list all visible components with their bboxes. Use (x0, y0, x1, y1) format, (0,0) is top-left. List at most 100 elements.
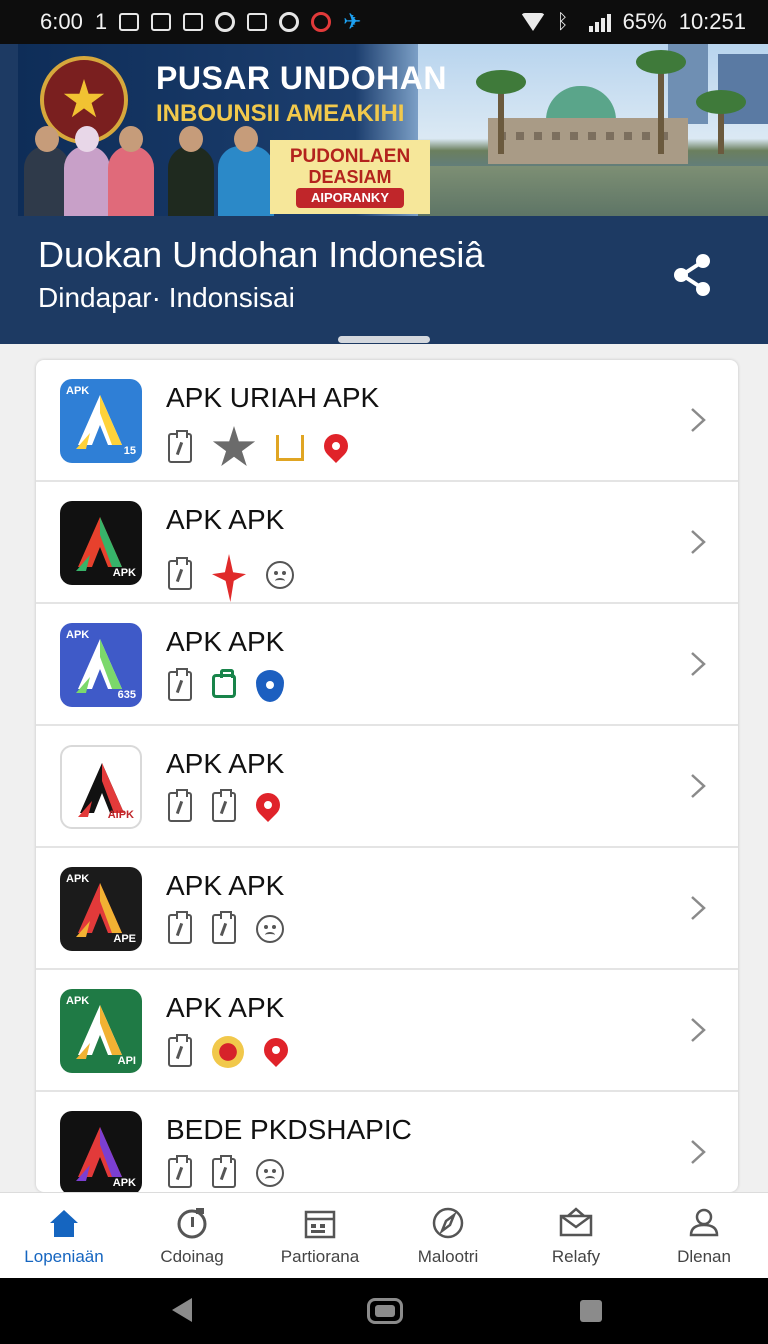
nav-tab[interactable]: Relafy (512, 1193, 640, 1279)
spark-icon (212, 554, 246, 602)
app-list-item[interactable]: APK 15 APK URIAH APK (36, 360, 738, 482)
calendar-icon (302, 1205, 338, 1241)
chevron-right-icon (684, 651, 710, 677)
nav-tab[interactable]: Partiorana (256, 1193, 384, 1279)
status-time: 6:00 (40, 9, 83, 34)
chevron-right-icon (684, 407, 710, 433)
clipboard-icon (168, 789, 192, 822)
android-icon (279, 12, 300, 32)
recent-apps-icon[interactable] (580, 1300, 602, 1322)
battery-level: 65% (622, 9, 667, 34)
app-name: APK APK (166, 626, 285, 657)
chevron-right-icon (684, 1139, 710, 1165)
clipboard-icon (168, 911, 192, 944)
profile-icon (686, 1205, 722, 1241)
app-icon-caption: APE (113, 933, 136, 945)
clipboard-icon (168, 1155, 192, 1188)
app-logo-icon: APK APE (60, 867, 142, 951)
app-badges (168, 1033, 293, 1068)
mail-icon (151, 13, 172, 31)
clock: 10:251 (678, 9, 746, 34)
promo-line-2: DEASIAM (308, 167, 392, 187)
app-icon-caption: APK (66, 385, 90, 397)
banner-title: PUSAR UNDOHAN (156, 60, 447, 96)
banner-subtitle: INBOUNSII AMEAKIHI (156, 100, 405, 127)
share-icon (674, 254, 710, 296)
pin-red-icon (319, 429, 353, 463)
refresh-red-icon (311, 12, 332, 32)
nav-tab[interactable]: Dlenan (640, 1193, 768, 1279)
status-left: 6:00 1 ✈ (40, 9, 362, 35)
app-logo-icon: APK (60, 501, 142, 585)
app-list-item[interactable]: APK APK APK (36, 482, 738, 604)
promo-card: PUDONLAEN DEASIAM AIPORANKY (270, 140, 430, 214)
twitter-icon: ✈ (343, 9, 362, 34)
app-icon-caption: APK (112, 1177, 136, 1189)
bag-icon (212, 669, 236, 698)
clipboard-icon (212, 911, 236, 944)
chevron-right-icon (684, 529, 710, 555)
app-name: APK APK (166, 748, 285, 779)
bluetooth-icon: ᛒ (556, 11, 569, 33)
face-icon (256, 915, 284, 943)
app-list-item[interactable]: APK API APK APK (36, 970, 738, 1092)
app-icon-caption: APK (66, 629, 90, 641)
app-list-item[interactable]: APK BEDE PKDSHAPIC (36, 1092, 738, 1192)
face-icon (256, 1159, 284, 1187)
nav-tab-label: Lopeniaän (24, 1247, 104, 1266)
drag-handle[interactable] (338, 336, 430, 343)
app-list-item[interactable]: AIPK APK APK (36, 726, 738, 848)
face-icon (266, 561, 294, 589)
chevron-right-icon (684, 773, 710, 799)
barcode-icon (119, 13, 140, 31)
app-list-item[interactable]: APK 635 APK APK (36, 604, 738, 726)
clipboard-icon (168, 1034, 192, 1067)
app-badges (168, 668, 284, 702)
app-list-item[interactable]: APK APE APK APK (36, 848, 738, 970)
app-logo-icon: APK 15 (60, 379, 142, 463)
nav-tab-label: Partiorana (280, 1247, 360, 1266)
app-name: BEDE PKDSHAPIC (166, 1114, 412, 1145)
bottom-navigation: Lopeniaän Cdoinag Partiorana Malootri Relafy… (0, 1192, 768, 1278)
pin-red-icon (251, 788, 285, 822)
bars-icon (276, 435, 304, 461)
mail-icon (558, 1205, 594, 1241)
promo-badge: AIPORANKY (296, 188, 404, 208)
nav-tab-label: Cdoinag (160, 1247, 224, 1266)
chevron-right-icon (684, 895, 710, 921)
app-icon-caption: APK (66, 995, 90, 1007)
news-icon (247, 13, 268, 31)
star-icon (212, 426, 256, 467)
clipboard-icon (212, 789, 236, 822)
city-photo (418, 44, 768, 216)
nav-tab-label: Dlenan (677, 1247, 731, 1266)
app-badges (168, 788, 285, 822)
dot-icon (212, 1036, 244, 1068)
app-icon-caption: API (117, 1055, 136, 1067)
app-logo-icon: AIPK (60, 745, 142, 829)
nav-tab[interactable]: Malootri (384, 1193, 512, 1279)
app-logo-icon: APK API (60, 989, 142, 1073)
promo-line-1: PUDONLAEN (289, 146, 411, 167)
app-name: APK URIAH APK (166, 382, 380, 413)
nav-tab[interactable]: Cdoinag (128, 1193, 256, 1279)
system-navigation-bar (0, 1278, 768, 1344)
nav-tab[interactable]: Lopeniaän (0, 1193, 128, 1279)
status-bar: 6:00 1 ✈ ᛒ 65% 10:251 (0, 0, 768, 44)
compass-icon (430, 1205, 466, 1241)
app-list: APK 15 APK URIAH APK APK APK APK APK 635 APK AP… (36, 360, 738, 1192)
back-icon[interactable] (172, 1298, 192, 1322)
share-button[interactable] (668, 250, 718, 300)
app-badges (168, 911, 284, 944)
nav-tab-label: Malootri (417, 1247, 479, 1266)
hero-banner[interactable]: PUSAR UNDOHAN INBOUNSII AMEAKIHI PUDONLA… (18, 44, 768, 216)
signal-icon (588, 12, 611, 32)
pond (418, 166, 768, 216)
app-badges (168, 1155, 284, 1188)
app-icon-caption: APK (66, 873, 90, 885)
home-button-icon[interactable] (367, 1298, 403, 1324)
people-photo (18, 126, 274, 216)
app-icon-caption: 635 (117, 689, 136, 701)
app-name: APK APK (166, 992, 285, 1023)
page-subtitle: Dindapar· Indonsisai (38, 282, 295, 313)
